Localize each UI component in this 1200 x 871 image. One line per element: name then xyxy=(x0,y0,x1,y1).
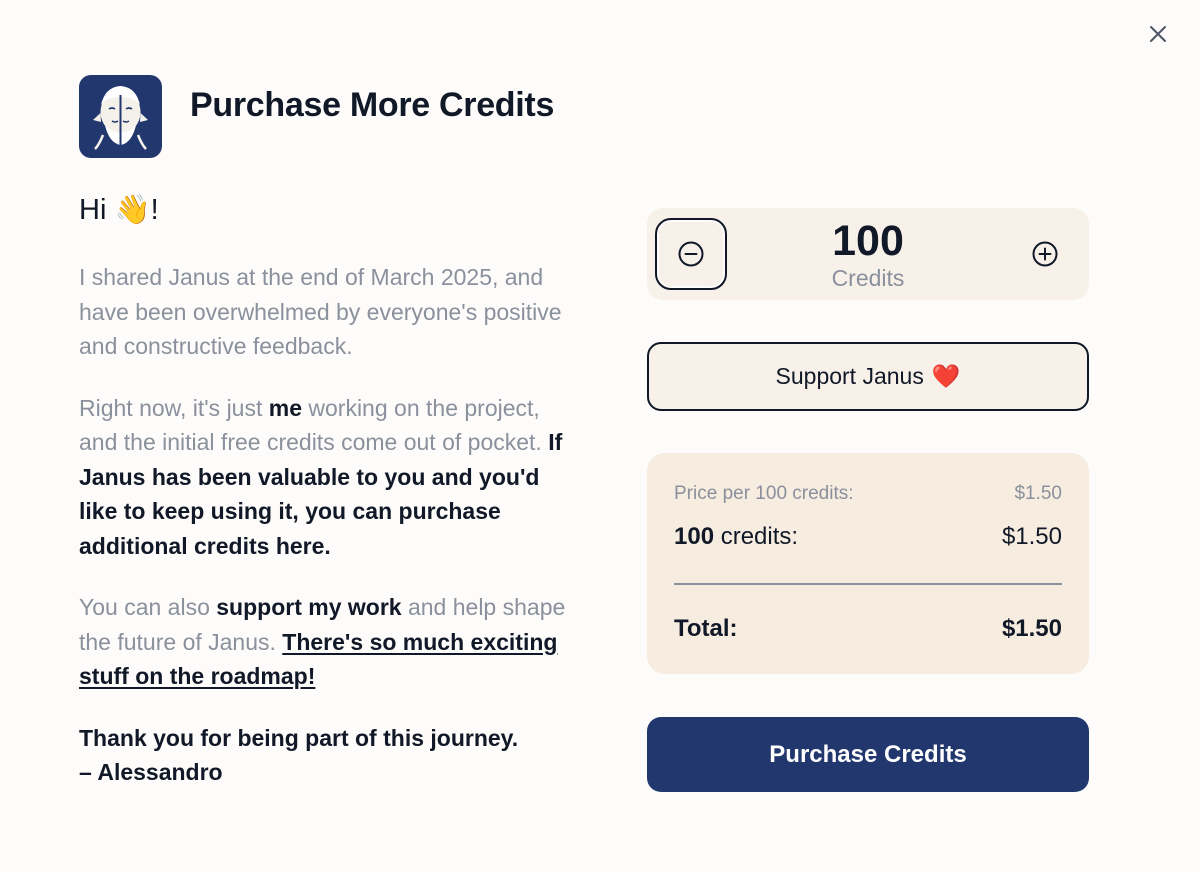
credits-stepper: 100 Credits xyxy=(647,208,1089,300)
minus-circle-icon xyxy=(678,241,704,267)
credits-amount: 100 Credits xyxy=(757,216,979,290)
credits-subtotal-row: 100 credits: $1.50 xyxy=(674,523,1062,551)
funding-text-1: Right now, it's just xyxy=(79,394,269,421)
total-row: Total: $1.50 xyxy=(674,615,1062,643)
price-per-value: $1.50 xyxy=(1014,483,1062,504)
credits-subtotal-value: $1.50 xyxy=(1001,523,1062,550)
increase-credits-button[interactable] xyxy=(1009,218,1081,290)
greeting-text: Hi xyxy=(79,194,115,226)
total-label: Total: xyxy=(674,615,738,642)
credits-subtotal-count: 100 xyxy=(674,523,715,550)
close-button[interactable] xyxy=(1146,22,1170,46)
funding-emphasis-me: me xyxy=(268,394,302,421)
message-column: Hi 👋! I shared Janus at the end of March… xyxy=(79,190,579,789)
greeting: Hi 👋! xyxy=(79,190,579,230)
support-button-label: Support Janus xyxy=(775,363,924,389)
funding-paragraph: Right now, it's just me working on the p… xyxy=(79,391,579,564)
support-text-1: You can also xyxy=(79,594,217,620)
janus-logo xyxy=(79,75,162,158)
support-emphasis: support my work xyxy=(216,594,402,620)
plus-circle-icon xyxy=(1032,241,1058,267)
purchase-credits-button[interactable]: Purchase Credits xyxy=(647,717,1089,792)
dialog-header: Purchase More Credits xyxy=(79,75,554,158)
signoff-author: – Alessandro xyxy=(79,758,223,785)
intro-paragraph: I shared Janus at the end of March 2025,… xyxy=(79,264,562,359)
support-janus-button[interactable]: Support Janus ❤️ xyxy=(647,342,1089,411)
waving-hand-icon: 👋 xyxy=(114,194,151,226)
greeting-suffix: ! xyxy=(150,194,159,226)
signoff: Thank you for being part of this journey… xyxy=(79,721,579,789)
support-paragraph: You can also support my work and help sh… xyxy=(79,590,579,694)
decrease-credits-button[interactable] xyxy=(655,218,727,290)
summary-divider xyxy=(674,583,1062,585)
close-icon xyxy=(1150,26,1166,42)
credits-subtotal-text: credits: xyxy=(714,523,799,550)
price-per-label: Price per 100 credits: xyxy=(674,483,854,504)
price-summary: Price per 100 credits: $1.50 100 credits… xyxy=(647,453,1089,674)
credits-unit: Credits xyxy=(831,265,905,291)
page-title: Purchase More Credits xyxy=(190,85,555,124)
price-per-row: Price per 100 credits: $1.50 xyxy=(674,483,1062,505)
credits-subtotal-label: 100 credits: xyxy=(674,523,798,551)
heart-icon: ❤️ xyxy=(931,363,961,389)
total-value: $1.50 xyxy=(1001,615,1062,642)
signoff-line-1: Thank you for being part of this journey… xyxy=(79,724,519,751)
credits-value: 100 xyxy=(832,217,904,265)
